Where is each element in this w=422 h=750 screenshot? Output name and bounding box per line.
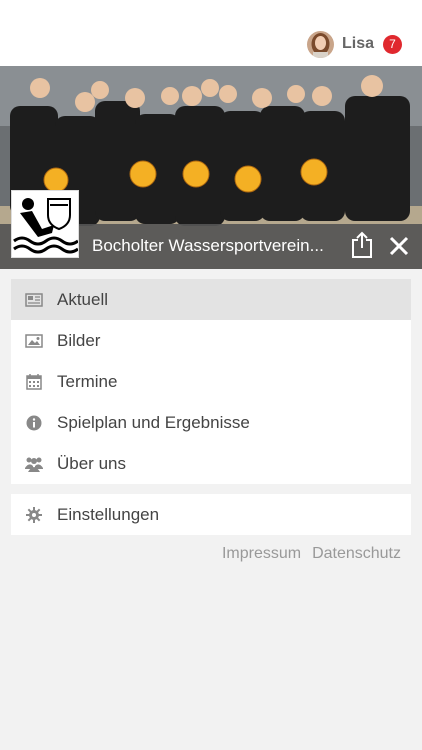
close-button[interactable] xyxy=(386,233,412,259)
group-icon xyxy=(25,455,43,473)
image-icon xyxy=(25,332,43,350)
notification-badge[interactable]: 7 xyxy=(383,34,402,54)
menu-item-termine[interactable]: Termine xyxy=(11,361,411,402)
user-name[interactable]: Lisa xyxy=(342,35,374,53)
newspaper-icon xyxy=(25,291,43,309)
menu-item-label: Über uns xyxy=(57,453,126,473)
menu-item-bilder[interactable]: Bilder xyxy=(11,320,411,361)
gear-icon xyxy=(25,506,43,524)
menu-item-label: Termine xyxy=(57,371,118,391)
close-icon xyxy=(389,236,409,256)
avatar[interactable] xyxy=(306,30,334,58)
settings-label: Einstellungen xyxy=(57,504,160,524)
menu-item-label: Spielplan und Ergebnisse xyxy=(57,412,250,432)
menu-item-label: Aktuell xyxy=(57,289,109,309)
info-icon xyxy=(25,414,43,432)
menu-item-spielplan[interactable]: Spielplan und Ergebnisse xyxy=(11,402,411,443)
main-menu: Aktuell Bilder Termine Spielplan und Erg… xyxy=(11,279,411,484)
top-bar: Lisa 7 xyxy=(0,0,422,66)
footer-links: Impressum Datenschutz xyxy=(222,545,401,563)
user-profile[interactable]: Lisa 7 xyxy=(306,30,402,58)
calendar-icon xyxy=(25,373,43,391)
impressum-link[interactable]: Impressum xyxy=(222,545,301,563)
share-icon xyxy=(352,231,372,258)
share-button[interactable] xyxy=(349,231,375,259)
menu-item-label: Bilder xyxy=(57,330,101,350)
menu-item-ueber-uns[interactable]: Über uns xyxy=(11,443,411,484)
club-name: Bocholter Wassersportverein... xyxy=(92,236,324,255)
menu-item-einstellungen[interactable]: Einstellungen xyxy=(11,494,411,535)
menu-item-aktuell[interactable]: Aktuell xyxy=(11,279,411,320)
datenschutz-link[interactable]: Datenschutz xyxy=(312,545,401,563)
club-logo xyxy=(11,190,79,258)
